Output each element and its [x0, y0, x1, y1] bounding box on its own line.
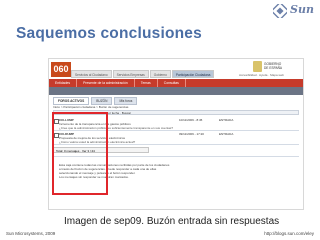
tab-mis-foros[interactable]: Mis foros [114, 97, 138, 105]
top-tab[interactable]: Gobierno [149, 70, 171, 78]
nav-item[interactable]: Consultas [158, 79, 186, 87]
message-direction: ENTRADA [219, 118, 234, 122]
nav-item[interactable]: Temas [135, 79, 158, 87]
sun-logo: Sun [271, 3, 317, 21]
nav-item[interactable]: Entidades [49, 79, 78, 87]
sun-logo-text: Sun [290, 3, 314, 16]
top-tabs: Servicios al Ciudadano Servicios Empresa… [71, 70, 215, 78]
breadcrumb[interactable]: Inicio > Participación ciudadana > Buzón… [53, 105, 299, 109]
message-direction: ENTRADA [219, 132, 234, 136]
content-tabs: FOROS ACTIVOS BUZÓN Mis foros [53, 97, 138, 105]
coat-of-arms-icon [253, 61, 262, 72]
tab-buzon[interactable]: BUZÓN [91, 97, 113, 105]
footer-copyright: Sun Microsystems, 2009 [6, 231, 56, 236]
highlight-box [52, 112, 108, 195]
section-bar: Participación Ciudadana [49, 87, 303, 101]
top-tab[interactable]: Servicios Empresas [112, 70, 149, 78]
slide-title: Saquemos conclusiones [16, 25, 202, 42]
footer-url[interactable]: http://blogs.sun.com/eley [264, 231, 314, 236]
sun-logo-icon [273, 4, 287, 18]
tab-foros-activos[interactable]: FOROS ACTIVOS [53, 97, 90, 105]
message-date: 09/11/2009 - 17:20 [179, 132, 204, 136]
site-header: 060 Servicios al Ciudadano Servicios Emp… [49, 59, 303, 79]
gov-line-2: DE ESPAÑA [264, 66, 283, 70]
top-tab[interactable]: Servicios al Ciudadano [71, 70, 112, 78]
main-nav: Entidades Presente de la administración … [49, 79, 303, 87]
government-label: GOBIERNO DE ESPAÑA [264, 62, 282, 70]
top-tab-active[interactable]: Participación Ciudadana [171, 70, 215, 78]
slide-caption: Imagen de sep09. Buzón entrada sin respu… [64, 216, 280, 227]
brand-060-logo[interactable]: 060 [51, 62, 71, 77]
utility-links[interactable]: Accesibilidad · Ayuda · Mapa web [239, 73, 284, 77]
message-date: 10/11/2009 - 8:45 [179, 118, 203, 122]
nav-item[interactable]: Presente de la administración [77, 79, 135, 87]
